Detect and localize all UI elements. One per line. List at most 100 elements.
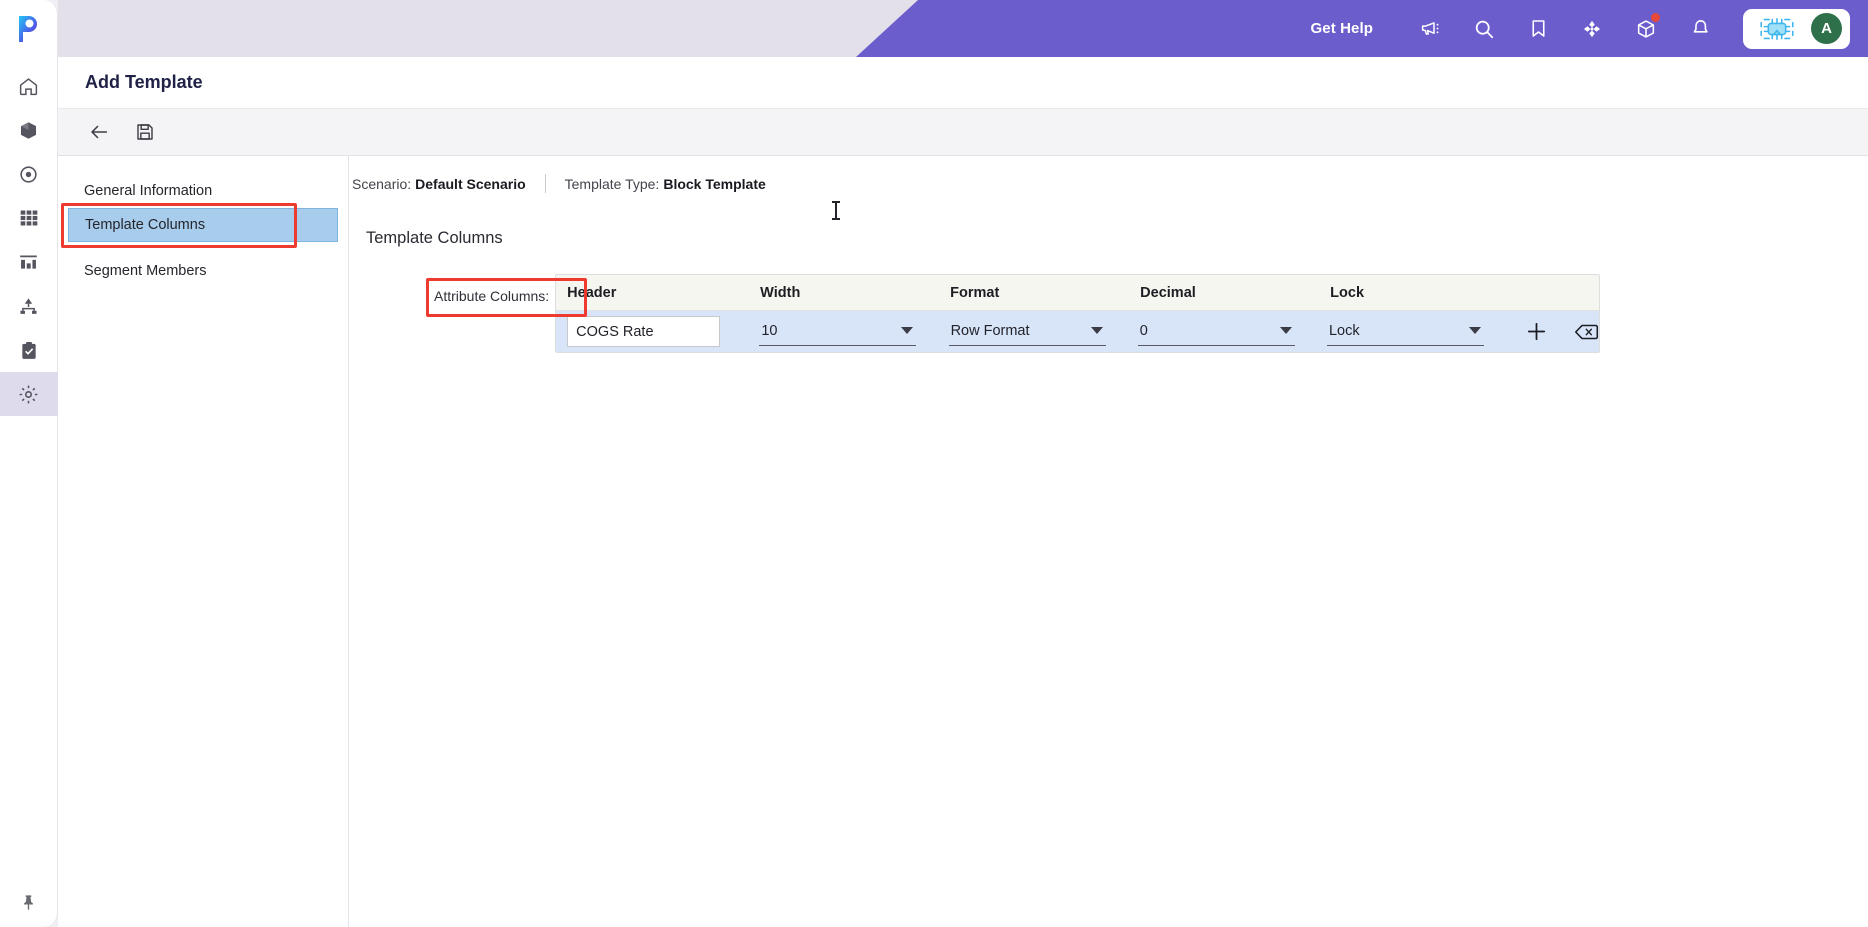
sidebar-item-models[interactable] <box>0 108 58 152</box>
arrow-left-icon <box>91 125 108 139</box>
decimal-select[interactable]: 0 <box>1137 318 1295 346</box>
template-type-value: Block Template <box>663 175 766 192</box>
content-area: General Information Template Columns Seg… <box>58 156 1868 927</box>
table-row: COGS Rate 10 Row Format 0 Lock <box>556 311 1600 352</box>
sidebar-item-tasks[interactable] <box>0 328 58 372</box>
sidebar-item-settings[interactable] <box>0 372 58 416</box>
template-type-label: Template Type: <box>564 175 660 192</box>
rail-icon-list <box>0 64 58 416</box>
megaphone-icon <box>1421 22 1438 35</box>
action-toolbar <box>58 109 1868 156</box>
notifications-button[interactable] <box>1678 9 1722 49</box>
nav-wrap-general-information: General Information <box>58 174 348 208</box>
nav-item-label: General Information <box>84 183 213 199</box>
nav-item-general-information[interactable]: General Information <box>68 174 338 208</box>
attribute-columns-label-wrap: Attribute Columns: <box>426 274 588 317</box>
format-select-value: Row Format <box>950 323 1030 339</box>
focus-button[interactable] <box>1570 9 1614 49</box>
meta-divider <box>544 174 546 193</box>
nav-wrap-template-columns: Template Columns <box>58 203 348 248</box>
topbar-purple-panel: Get Help A <box>856 0 1868 57</box>
attribute-columns-block: Attribute Columns: Header Width Format D… <box>349 274 1868 353</box>
cell-lock: Lock <box>1316 318 1505 346</box>
assistant-user-pill: A <box>1743 8 1850 49</box>
app-root: Get Help A Add Template General Informat… <box>0 0 1868 927</box>
announcements-button[interactable] <box>1408 9 1452 49</box>
gear-icon <box>19 385 38 403</box>
add-row-button[interactable] <box>1524 319 1549 344</box>
sidebar-item-home[interactable] <box>0 64 58 108</box>
bookmark-icon <box>1531 20 1545 37</box>
sidebar-item-targets[interactable] <box>0 152 58 196</box>
crosshair-icon <box>1583 20 1601 37</box>
ai-assistant-button[interactable] <box>1753 14 1801 44</box>
cell-actions <box>1505 319 1599 344</box>
left-rail <box>0 0 58 927</box>
delete-row-button[interactable] <box>1574 321 1599 343</box>
cube-icon <box>20 121 37 139</box>
save-button[interactable] <box>126 115 164 149</box>
grid-icon <box>20 210 37 226</box>
bell-icon <box>1693 20 1708 33</box>
lock-select[interactable]: Lock <box>1326 318 1484 346</box>
hierarchy-icon <box>20 297 37 314</box>
sidebar-item-reports[interactable] <box>0 240 58 284</box>
sidebar-item-grid[interactable] <box>0 196 58 240</box>
attribute-columns-label: Attribute Columns: <box>434 288 550 304</box>
lock-select-value: Lock <box>1328 323 1360 339</box>
search-icon <box>1475 20 1494 38</box>
main-pane: Scenario: Default Scenario Template Type… <box>349 156 1868 927</box>
nav-item-template-columns[interactable]: Template Columns <box>68 208 338 242</box>
text-cursor <box>832 201 840 220</box>
chevron-down-icon <box>1468 326 1481 334</box>
width-select-value: 10 <box>761 323 778 339</box>
avatar[interactable]: A <box>1811 13 1842 44</box>
chevron-down-icon <box>901 326 914 334</box>
home-icon <box>19 77 38 95</box>
column-header-header: Header <box>567 284 617 301</box>
page-title-bar: Add Template <box>58 57 1868 109</box>
backspace-delete-icon <box>1575 324 1599 339</box>
search-button[interactable] <box>1462 9 1506 49</box>
decimal-select-value: 0 <box>1139 323 1148 339</box>
chevron-down-icon <box>1090 326 1103 334</box>
cell-header: COGS Rate <box>556 316 748 347</box>
chevron-down-icon <box>1279 326 1292 334</box>
plus-icon <box>1528 322 1546 341</box>
packages-badge <box>1651 12 1660 22</box>
column-header-lock: Lock <box>1330 284 1365 301</box>
pin-icon <box>24 894 33 910</box>
scenario-value: Default Scenario <box>415 175 526 192</box>
scenario-meta-row: Scenario: Default Scenario Template Type… <box>349 174 1868 193</box>
nav-wrap-segment-members: Segment Members <box>58 254 348 288</box>
app-logo[interactable] <box>0 0 58 58</box>
pin-nav-button[interactable] <box>0 877 58 927</box>
save-disk-icon <box>137 124 153 140</box>
target-icon <box>20 165 37 183</box>
cell-width: 10 <box>748 318 937 346</box>
bookmarks-button[interactable] <box>1516 9 1560 49</box>
header-input[interactable]: COGS Rate <box>567 316 721 347</box>
format-select[interactable]: Row Format <box>948 318 1106 346</box>
nav-item-segment-members[interactable]: Segment Members <box>68 254 338 288</box>
p-logo-icon <box>18 16 37 42</box>
attribute-columns-grid: Header Width Format Decimal Lock COGS Ra… <box>555 274 1601 353</box>
column-header-decimal: Decimal <box>1140 284 1196 301</box>
bar-chart-icon <box>20 255 37 269</box>
back-button[interactable] <box>80 115 118 149</box>
section-title: Template Columns <box>366 229 503 247</box>
page-title: Add Template <box>85 72 203 92</box>
cell-format: Row Format <box>938 318 1127 346</box>
ai-chip-icon <box>1760 17 1794 40</box>
get-help-link[interactable]: Get Help <box>1311 20 1373 37</box>
cell-decimal: 0 <box>1127 318 1316 346</box>
width-select[interactable]: 10 <box>759 318 917 346</box>
sidebar-item-hierarchy[interactable] <box>0 284 58 328</box>
clipboard-check-icon <box>21 341 36 359</box>
scenario-label: Scenario: <box>352 175 412 192</box>
column-header-format: Format <box>950 284 1000 301</box>
topbar: Get Help A <box>58 0 1868 57</box>
nav-item-label: Segment Members <box>84 263 207 279</box>
template-section-nav: General Information Template Columns Seg… <box>58 156 349 927</box>
packages-button[interactable] <box>1624 9 1668 49</box>
